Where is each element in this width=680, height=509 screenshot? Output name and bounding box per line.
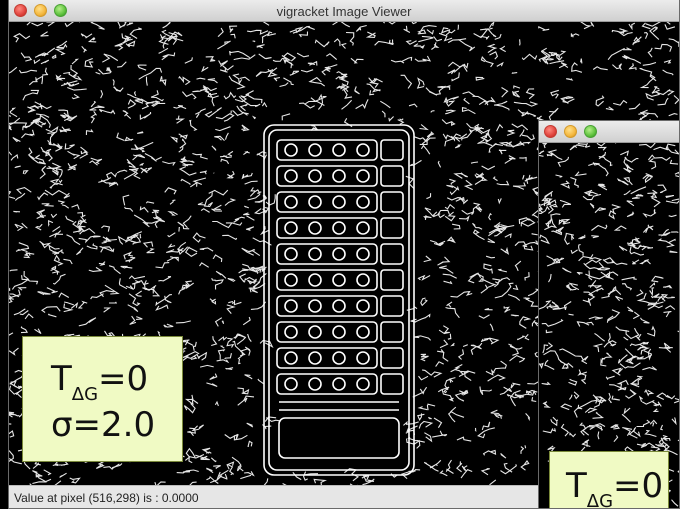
second-threshold-subscript: ΔG [586,491,614,509]
threshold-subscript: ΔG [71,384,99,405]
parameter-label: TΔG=0 σ=2.0 [22,336,183,462]
threshold-value: =0 [98,359,149,399]
second-close-button[interactable] [544,125,557,138]
second-image-window: TΔG=0 [538,120,680,509]
device-outline [263,124,415,476]
title-bar[interactable]: vigracket Image Viewer [9,0,679,22]
second-threshold-symbol: T [566,466,587,506]
second-threshold-value: =0 [613,466,664,506]
sigma-value: σ=2.0 [51,405,156,445]
second-parameter-label: TΔG=0 [549,451,669,509]
second-minimize-button[interactable] [564,125,577,138]
threshold-symbol: T [51,359,72,399]
window-title: vigracket Image Viewer [276,4,412,19]
second-title-bar[interactable] [539,121,679,143]
second-zoom-button[interactable] [584,125,597,138]
